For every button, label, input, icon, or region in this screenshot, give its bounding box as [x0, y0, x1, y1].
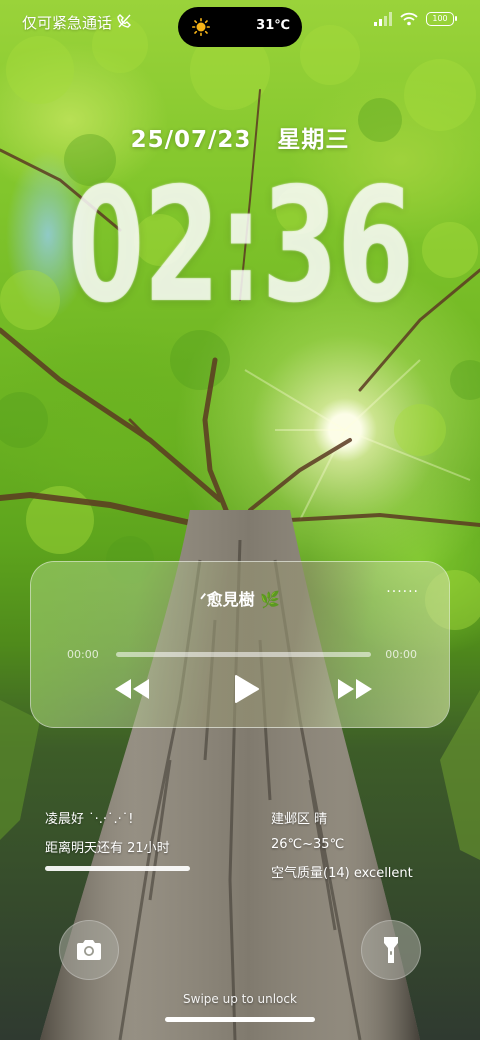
next-track-button[interactable]	[337, 678, 373, 700]
weather-temp: 31℃	[256, 18, 290, 33]
play-icon	[235, 675, 259, 703]
total-time: 00:00	[385, 648, 417, 661]
playback-progress-bar[interactable]	[116, 652, 371, 657]
lock-clock-time: 02:36	[67, 154, 414, 338]
system-icons: 100	[374, 12, 457, 26]
status-bar: 仅可紧急通话 31℃ 100	[0, 0, 480, 47]
elapsed-time: 00:00	[67, 648, 99, 661]
next-icon	[338, 679, 372, 699]
weather-widget[interactable]: 建邺区 晴 26℃~35℃ 空气质量(14) excellent	[271, 808, 413, 881]
no-signal-call-icon	[116, 13, 132, 33]
play-button[interactable]	[232, 674, 262, 704]
day-countdown-widget[interactable]: 凌晨好 ˙·.·˙.·˙! 距离明天还有 21小时	[45, 808, 170, 856]
dynamic-island[interactable]: 31℃	[178, 7, 302, 47]
previous-track-button[interactable]	[114, 678, 150, 700]
day-progress-bar	[45, 866, 190, 871]
weather-location: 建邺区 晴	[271, 812, 328, 827]
music-player-card[interactable]: ᐟ愈見樹 🌿 ······ 00:00 00:00	[30, 561, 450, 728]
playback-controls	[31, 674, 449, 704]
sun-icon	[192, 18, 210, 36]
camera-button[interactable]	[59, 920, 119, 980]
more-options-button[interactable]: ······	[386, 584, 419, 600]
cellular-signal-icon	[374, 12, 392, 26]
air-quality: 空气质量(14) excellent	[271, 866, 413, 881]
battery-level: 100	[432, 14, 448, 23]
greeting-text: 凌晨好 ˙·.·˙.·˙!	[45, 812, 134, 827]
unlock-hint: Swipe up to unlock	[183, 992, 297, 1006]
camera-icon	[77, 940, 101, 960]
wifi-icon	[400, 12, 418, 26]
flashlight-button[interactable]	[361, 920, 421, 980]
carrier-text: 仅可紧急通话	[22, 14, 113, 32]
prev-icon	[115, 679, 149, 699]
carrier-status: 仅可紧急通话	[22, 12, 132, 33]
home-indicator[interactable]	[165, 1017, 315, 1022]
weather-temp-range: 26℃~35℃	[271, 837, 345, 852]
flashlight-icon	[384, 937, 398, 963]
battery-icon: 100	[426, 12, 457, 26]
countdown-text: 距离明天还有 21小时	[45, 841, 170, 856]
